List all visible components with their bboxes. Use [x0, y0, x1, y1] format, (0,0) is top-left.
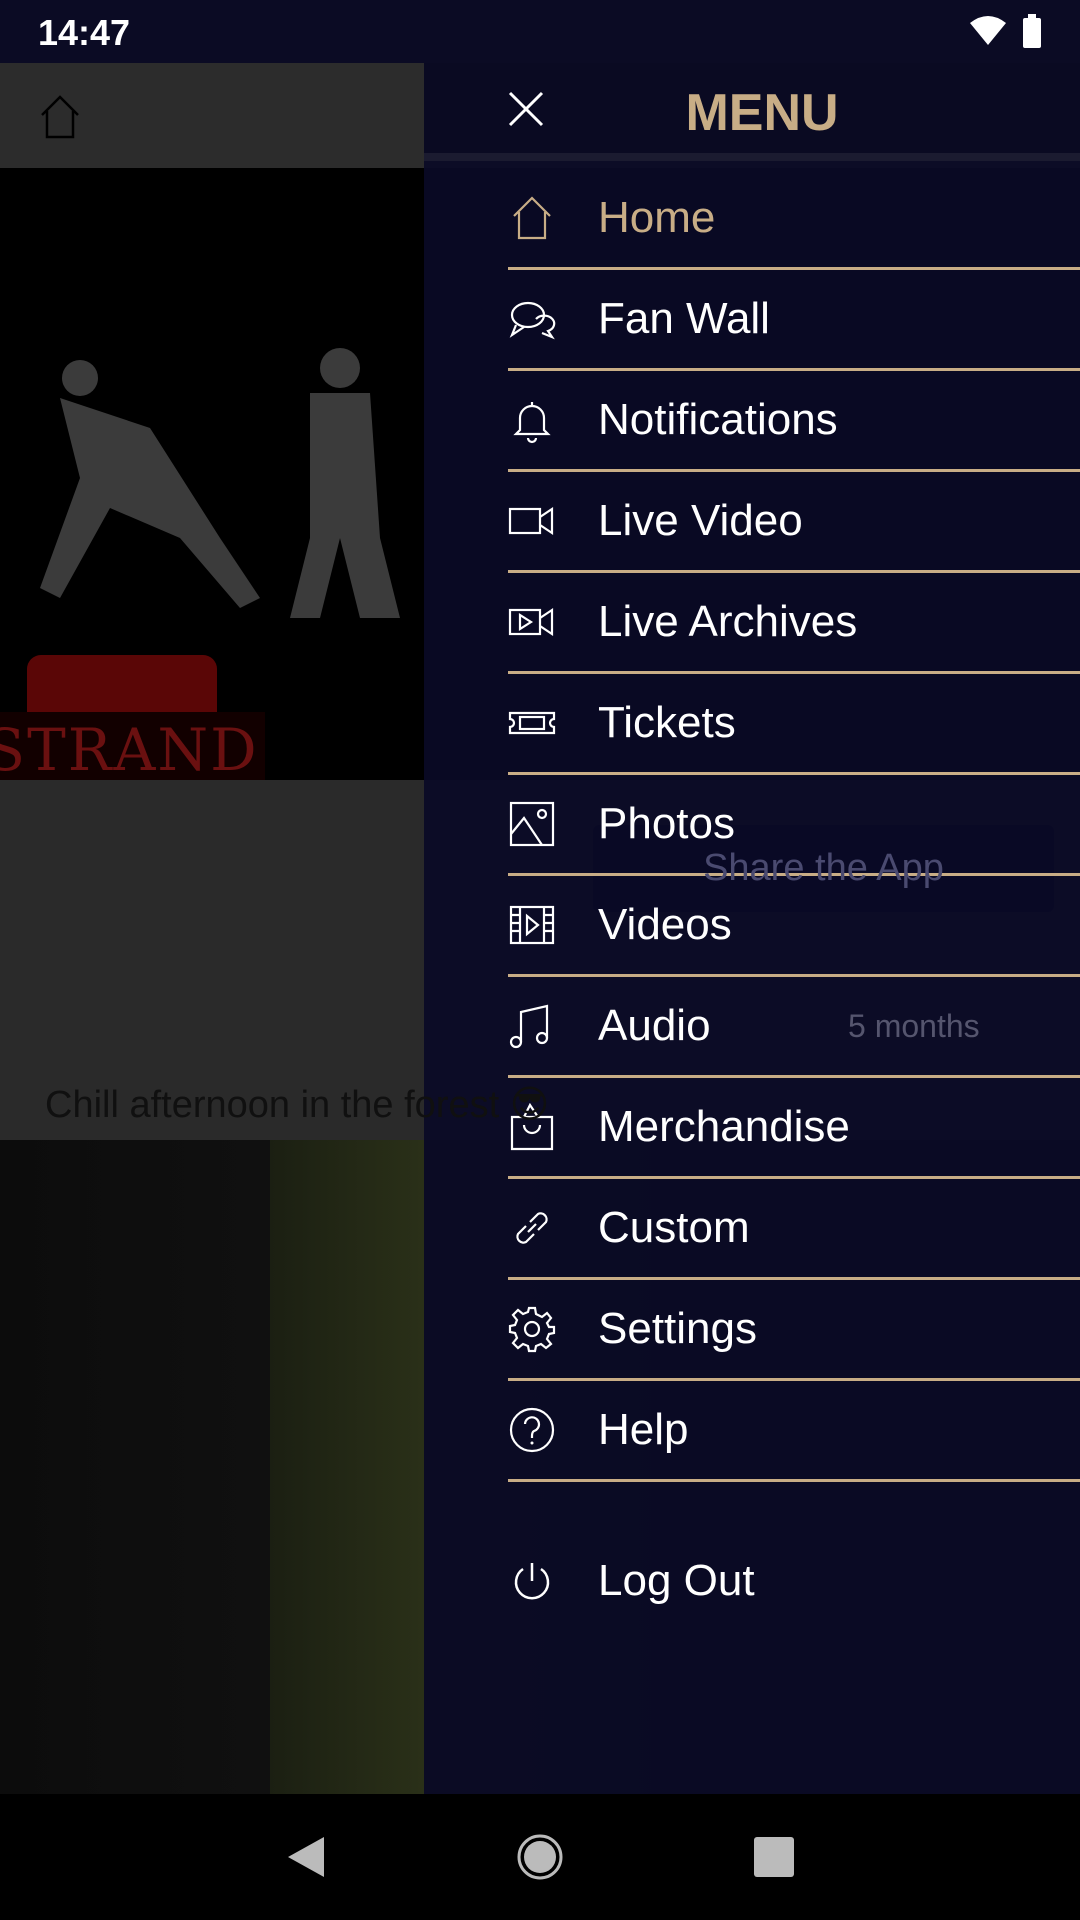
menu-item-label: Fan Wall: [598, 294, 770, 343]
menu-item-label: Log Out: [598, 1556, 755, 1605]
menu-item-audio[interactable]: Audio: [508, 977, 1080, 1078]
shopping-bag-icon: [510, 1103, 554, 1151]
help-icon: [509, 1407, 555, 1453]
menu-item-label: Photos: [598, 799, 735, 848]
menu-item-label: Audio: [598, 1001, 711, 1050]
power-icon: [514, 1563, 550, 1600]
menu-item-label: Videos: [598, 900, 732, 949]
menu-item-live-video[interactable]: Live Video: [508, 472, 1080, 573]
battery-icon: [1023, 14, 1041, 48]
gear-icon: [508, 1306, 556, 1353]
status-bar: 14:47: [0, 0, 1080, 63]
menu-item-custom[interactable]: Custom: [508, 1179, 1080, 1280]
menu-item-label: Live Archives: [598, 597, 858, 646]
image-icon: [509, 801, 555, 847]
home-button-icon[interactable]: [516, 1833, 564, 1881]
film-icon: [509, 905, 555, 945]
band-silhouette-image: [40, 348, 400, 618]
menu-item-home[interactable]: Home: [508, 169, 1080, 270]
menu-item-label: Help: [598, 1405, 689, 1454]
menu-item-tickets[interactable]: Tickets: [508, 674, 1080, 775]
menu-item-label: Custom: [598, 1203, 750, 1252]
home-icon: [513, 196, 551, 240]
recents-icon[interactable]: [754, 1837, 794, 1877]
menu-item-merchandise[interactable]: Merchandise: [508, 1078, 1080, 1179]
menu-item-log-out[interactable]: Log Out: [508, 1531, 755, 1631]
chat-icon: [509, 301, 556, 340]
menu-item-label: Notifications: [598, 395, 838, 444]
menu-item-fan-wall[interactable]: Fan Wall: [508, 270, 1080, 371]
link-icon: [516, 1212, 548, 1244]
menu-item-notifications[interactable]: Notifications: [508, 371, 1080, 472]
menu-item-live-archives[interactable]: Live Archives: [508, 573, 1080, 674]
menu-item-help[interactable]: Help: [508, 1381, 1080, 1482]
video-archive-icon: [508, 607, 554, 637]
back-icon[interactable]: [286, 1835, 326, 1879]
drawer-header: MENU: [424, 63, 1080, 161]
menu-item-label: Merchandise: [598, 1102, 850, 1151]
menu-title: MENU: [685, 84, 839, 142]
system-nav-bar: [0, 1794, 1080, 1920]
ticket-icon: [508, 711, 556, 735]
bell-icon: [513, 402, 551, 444]
menu-item-photos[interactable]: Photos: [508, 775, 1080, 876]
wifi-icon: [970, 16, 1006, 45]
video-camera-icon: [508, 506, 554, 536]
menu-item-settings[interactable]: Settings: [508, 1280, 1080, 1381]
menu-item-label: Home: [598, 193, 716, 242]
navigation-drawer: MENU Home Fan Wall Notifications Live Video…: [424, 63, 1080, 1794]
menu-item-label: Settings: [598, 1304, 757, 1353]
menu-item-label: Tickets: [598, 698, 736, 747]
music-note-icon: [509, 1004, 549, 1049]
menu-item-videos[interactable]: Videos: [508, 876, 1080, 977]
home-icon[interactable]: [36, 93, 84, 141]
status-time: 14:47: [38, 12, 131, 53]
menu-item-label: Live Video: [598, 496, 803, 545]
menu-list: Home Fan Wall Notifications Live Video Live …: [508, 169, 1080, 1482]
